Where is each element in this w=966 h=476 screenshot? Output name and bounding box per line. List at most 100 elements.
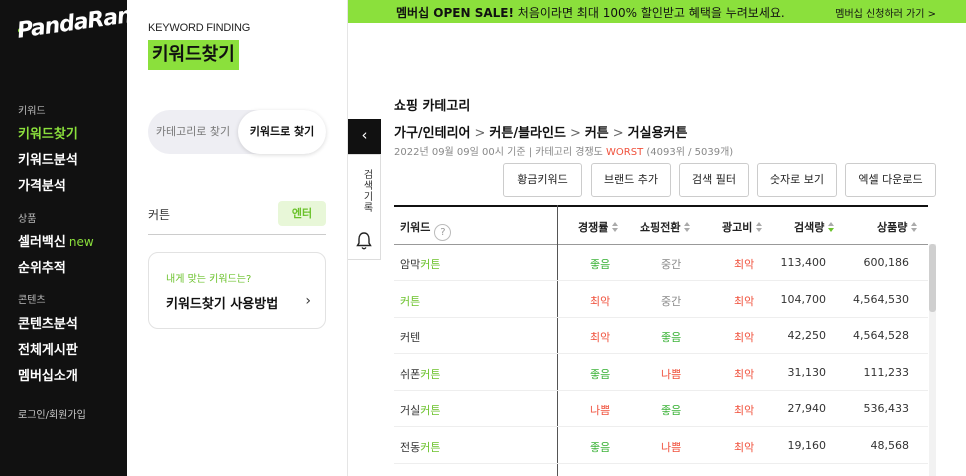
ad-cost-cell: 최악 xyxy=(734,258,755,271)
product-count-cell: 4,564,530 xyxy=(853,292,909,306)
keyword-prefix: 거실 xyxy=(400,404,421,417)
nav-section-content: 콘텐츠 xyxy=(18,295,46,306)
howto-card[interactable]: 내게 맞는 키워드는? 키워드찾기 사용방법 › xyxy=(148,252,326,329)
golden-keyword-button[interactable]: 황금키워드 xyxy=(503,163,582,197)
left-nav: PandaRank 키워드 키워드찾기 키워드분석 가격분석 상품 셀러백신 ne… xyxy=(0,0,147,476)
panel-title-en: KEYWORD FINDING xyxy=(148,22,251,34)
table-scrollbar[interactable] xyxy=(929,244,936,476)
table-row[interactable]: 암막커튼 좋음 중간 최악 113,400 600,186 xyxy=(394,245,928,281)
breadcrumb-item[interactable]: 커튼 xyxy=(585,126,609,141)
search-panel: KEYWORD FINDING 키워드찾기 카테고리로 찾기 키워드로 찾기 커… xyxy=(127,0,348,476)
nav-section-product: 상품 xyxy=(18,214,37,225)
conversion-cell: 좋음 xyxy=(661,331,682,344)
th-products[interactable]: 상품량 xyxy=(877,219,918,235)
nav-item-content-analysis[interactable]: 콘텐츠분석 xyxy=(18,313,78,332)
nav-item-seller-vaccine-label: 셀러백신 xyxy=(18,235,66,250)
th-keyword-label: 키워드 xyxy=(400,221,431,234)
search-history-tab[interactable]: 검색기록 xyxy=(348,154,381,260)
nav-item-keyword-analysis[interactable]: 키워드분석 xyxy=(18,149,78,168)
th-ad-cost[interactable]: 광고비 xyxy=(722,219,763,235)
table-row[interactable]: 커튼 최악 중간 최악 104,700 4,564,530 xyxy=(394,282,928,318)
logo[interactable]: PandaRank xyxy=(16,1,147,70)
th-competition-label: 경쟁률 xyxy=(578,221,609,234)
breadcrumb-item[interactable]: 커튼/블라인드 xyxy=(489,126,566,141)
keyword-table: 키워드? 경쟁률 쇼핑전환 광고비 검색량 상품량 암막커튼 좋음 중간 최악 113,… xyxy=(394,205,928,476)
search-volume-cell: 27,940 xyxy=(787,402,827,415)
help-icon[interactable]: ? xyxy=(434,224,452,241)
conversion-cell: 좋음 xyxy=(661,404,682,417)
competition-cell: 최악 xyxy=(590,294,611,308)
meta-date: 2022년 09월 09일 00시 기준 | 카테고리 경쟁도 xyxy=(394,147,607,158)
keyword-cell[interactable]: 암막커튼 xyxy=(400,256,441,272)
category-title: 쇼핑 카테고리 xyxy=(394,99,471,114)
table-row[interactable]: 커텐 최악 좋음 최악 42,250 4,564,528 xyxy=(394,318,928,354)
nav-item-seller-vaccine[interactable]: 셀러백신 new xyxy=(18,231,94,250)
add-brand-button[interactable]: 브랜드 추가 xyxy=(591,163,671,197)
th-search-volume[interactable]: 검색량 xyxy=(794,219,835,235)
keyword-prefix: 쉬폰 xyxy=(400,367,421,381)
membership-signup-link[interactable]: 멤버십 신청하러 가기 > xyxy=(835,5,936,20)
th-competition[interactable]: 경쟁률 xyxy=(578,219,619,235)
table-row[interactable]: 전동커튼 좋음 나쁨 최악 19,160 48,568 xyxy=(394,428,928,464)
sort-icon xyxy=(684,222,691,232)
breadcrumb-separator: > xyxy=(612,126,624,141)
excel-download-button[interactable]: 엑셀 다운로드 xyxy=(845,163,936,197)
keyword-prefix: 전동 xyxy=(400,440,421,454)
breadcrumb-item[interactable]: 가구/인테리어 xyxy=(394,126,471,141)
keyword-prefix: 암막 xyxy=(400,258,421,271)
tab-find-by-category[interactable]: 카테고리로 찾기 xyxy=(148,110,238,154)
tab-find-by-keyword[interactable]: 키워드로 찾기 xyxy=(238,110,326,154)
howto-question: 내게 맞는 키워드는? xyxy=(166,274,252,285)
chevron-right-icon: › xyxy=(305,293,311,309)
nav-item-keyword-finding[interactable]: 키워드찾기 xyxy=(18,123,78,142)
competition-cell: 최악 xyxy=(590,331,611,344)
th-products-label: 상품량 xyxy=(877,221,908,234)
th-conversion-label: 쇼핑전환 xyxy=(640,221,681,234)
breadcrumb-item[interactable]: 거실용커튼 xyxy=(628,126,688,141)
enter-button[interactable]: 엔터 xyxy=(278,201,326,226)
table-row[interactable]: 거실커튼 나쁨 좋음 최악 27,940 536,433 xyxy=(394,391,928,427)
sort-icon xyxy=(756,222,763,232)
product-count-cell: 111,233 xyxy=(863,365,910,379)
panel-title: 키워드찾기 xyxy=(148,40,239,70)
sort-icon xyxy=(911,222,918,232)
bell-icon[interactable] xyxy=(355,231,373,251)
competition-grade: WORST xyxy=(606,147,644,158)
ad-cost-cell: 최악 xyxy=(734,331,755,344)
nav-section-keyword: 키워드 xyxy=(18,106,46,117)
conversion-cell: 나쁨 xyxy=(661,440,682,454)
login-link[interactable]: 로그인/회원가입 xyxy=(18,406,86,421)
search-volume-cell: 42,250 xyxy=(787,329,827,342)
panel-collapse-button[interactable]: ‹ xyxy=(348,119,381,154)
product-count-cell: 600,186 xyxy=(863,256,910,269)
nav-item-board[interactable]: 전체게시판 xyxy=(18,339,78,358)
keyword-prefix: 커텐 xyxy=(400,331,421,344)
keyword-cell[interactable]: 커튼 xyxy=(400,293,420,309)
th-conversion[interactable]: 쇼핑전환 xyxy=(640,219,691,235)
keyword-cell[interactable]: 쉬폰커튼 xyxy=(400,366,441,382)
nav-item-rank-tracking[interactable]: 순위추적 xyxy=(18,257,66,276)
chevron-left-icon: ‹ xyxy=(361,126,368,144)
nav-item-price-analysis[interactable]: 가격분석 xyxy=(18,175,66,194)
th-ad-cost-label: 광고비 xyxy=(722,221,753,234)
keyword-cell[interactable]: 거실커튼 xyxy=(400,402,441,418)
sort-desc-icon xyxy=(828,222,835,232)
product-count-cell: 48,568 xyxy=(870,438,910,452)
keyword-search-field[interactable]: 커튼 엔터 xyxy=(148,200,326,235)
scrollbar-thumb[interactable] xyxy=(929,244,936,312)
keyword-cell[interactable]: 전동커튼 xyxy=(400,439,441,455)
table-row[interactable]: 쉬폰커튼 좋음 나쁨 최악 31,130 111,233 xyxy=(394,355,928,391)
view-as-numbers-button[interactable]: 숫자로 보기 xyxy=(757,163,837,197)
keyword-highlight: 커튼 xyxy=(400,294,421,308)
keyword-cell[interactable]: 커텐 xyxy=(400,329,420,345)
competition-cell: 좋음 xyxy=(590,258,611,271)
nav-item-membership[interactable]: 멤버십소개 xyxy=(18,365,78,384)
keyword-highlight: 커튼 xyxy=(420,404,441,417)
keyword-search-input[interactable]: 커튼 xyxy=(148,206,170,223)
search-filter-button[interactable]: 검색 필터 xyxy=(679,163,749,197)
category-meta: 2022년 09월 09일 00시 기준 | 카테고리 경쟁도 WORST (4… xyxy=(394,143,733,158)
ad-cost-cell: 최악 xyxy=(734,404,755,417)
search-mode-toggle: 카테고리로 찾기 키워드로 찾기 xyxy=(148,110,326,154)
table-header: 키워드? 경쟁률 쇼핑전환 광고비 검색량 상품량 xyxy=(394,205,928,245)
sort-icon xyxy=(612,222,619,232)
